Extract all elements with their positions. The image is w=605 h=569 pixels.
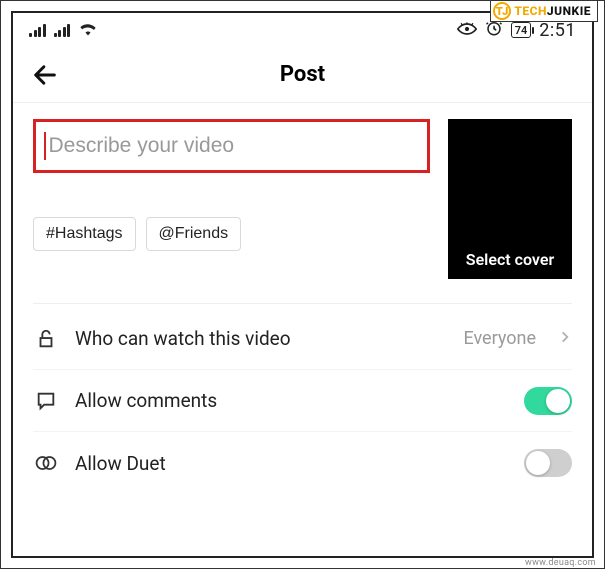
comment-icon (33, 390, 59, 412)
signal-strength-icon-2 (54, 23, 71, 37)
phone-frame: 74 2:51 Post #Hashtags @Friends Sele (11, 11, 594, 558)
battery-indicator: 74 (511, 22, 532, 38)
section-divider (33, 303, 572, 304)
lock-open-icon (33, 328, 59, 350)
duet-setting-row: Allow Duet (33, 432, 572, 494)
alarm-icon (485, 19, 503, 41)
arrow-left-icon (31, 61, 59, 89)
tj-logo-circle: TJ (493, 2, 511, 20)
duet-toggle[interactable] (524, 449, 572, 477)
comments-toggle[interactable] (524, 387, 572, 415)
privacy-label: Who can watch this video (75, 327, 447, 350)
hashtags-button[interactable]: #Hashtags (33, 217, 136, 251)
privacy-setting-row[interactable]: Who can watch this video Everyone (33, 308, 572, 370)
duet-label: Allow Duet (75, 452, 508, 475)
duet-icon (33, 453, 59, 473)
select-cover-button[interactable]: Select cover (448, 119, 572, 279)
chevron-right-icon (558, 329, 572, 348)
privacy-value: Everyone (463, 328, 536, 349)
caption-input[interactable] (49, 134, 420, 158)
page-title: Post (13, 62, 592, 87)
tj-junkie-text: JUNKIE (547, 4, 591, 18)
tj-tech-text: TECH (514, 4, 547, 18)
source-domain-watermark: www.deuaq.com (523, 558, 598, 568)
eye-icon (457, 21, 477, 40)
wifi-icon (78, 20, 98, 40)
signal-strength-icon (29, 23, 46, 37)
clock-time: 2:51 (539, 20, 576, 41)
content-area: #Hashtags @Friends Select cover Who can … (13, 103, 592, 494)
header-bar: Post (13, 47, 592, 103)
comments-label: Allow comments (75, 389, 508, 412)
select-cover-label: Select cover (466, 250, 554, 279)
caption-highlight-box (33, 119, 430, 173)
comments-setting-row: Allow comments (33, 370, 572, 432)
back-button[interactable] (25, 55, 65, 95)
techjunkie-watermark: TJ TECHJUNKIE (490, 1, 598, 22)
text-cursor (44, 132, 46, 160)
friends-button[interactable]: @Friends (146, 217, 242, 251)
